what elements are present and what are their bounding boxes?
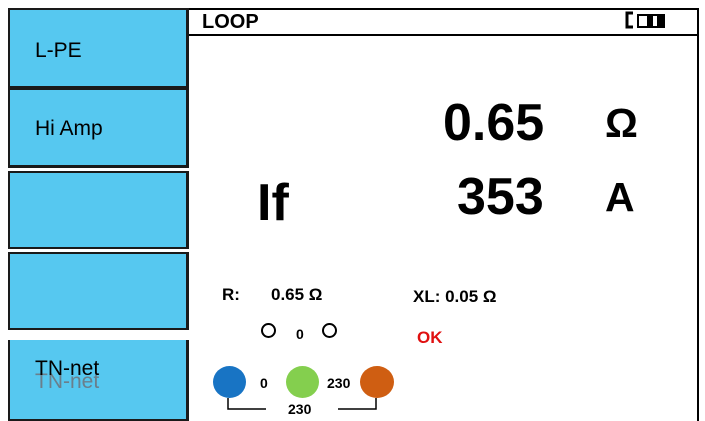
- screen-edge: [697, 8, 699, 421]
- status-ok: OK: [417, 328, 443, 347]
- voltage-l-pe: 0: [260, 375, 268, 391]
- fault-current-unit: A: [605, 174, 635, 220]
- xl-value: XL: 0.05 Ω: [413, 287, 497, 306]
- indicator-ring-right: [322, 323, 337, 338]
- softkey-blank-2[interactable]: [8, 252, 189, 330]
- battery-icon: [625, 11, 665, 29]
- impedance-value: 0.65: [443, 94, 545, 152]
- indicator-value: 0: [296, 326, 304, 342]
- softkey-hi-amp[interactable]: Hi Amp: [8, 88, 189, 168]
- fault-current-label: If: [257, 174, 289, 232]
- softkey-tn-net[interactable]: TN-net TN-net: [8, 340, 189, 421]
- terminal-pe-green: [286, 366, 319, 398]
- softkey-blank-1[interactable]: [8, 171, 189, 249]
- fault-current-value: 353: [457, 168, 544, 226]
- terminal-n-brown: [360, 366, 394, 398]
- voltage-n-pe: 230: [327, 375, 351, 391]
- screen-title: LOOP: [202, 11, 259, 33]
- softkey-l-pe-label: L-PE: [35, 39, 82, 62]
- header-bar: LOOP: [189, 8, 699, 36]
- r-label: R:: [222, 285, 240, 304]
- softkey-tn-net-label: TN-net: [35, 357, 100, 380]
- softkey-hi-amp-label: Hi Amp: [35, 117, 103, 140]
- softkey-l-pe[interactable]: L-PE: [8, 8, 189, 88]
- impedance-unit: Ω: [605, 100, 638, 146]
- softkey-sidebar: L-PE Hi Amp TN-net TN-net: [0, 0, 191, 421]
- voltage-l-n: 230: [288, 401, 312, 417]
- indicator-ring-left: [261, 323, 276, 338]
- r-value: 0.65 Ω: [271, 285, 323, 304]
- terminal-l-blue: [213, 366, 246, 398]
